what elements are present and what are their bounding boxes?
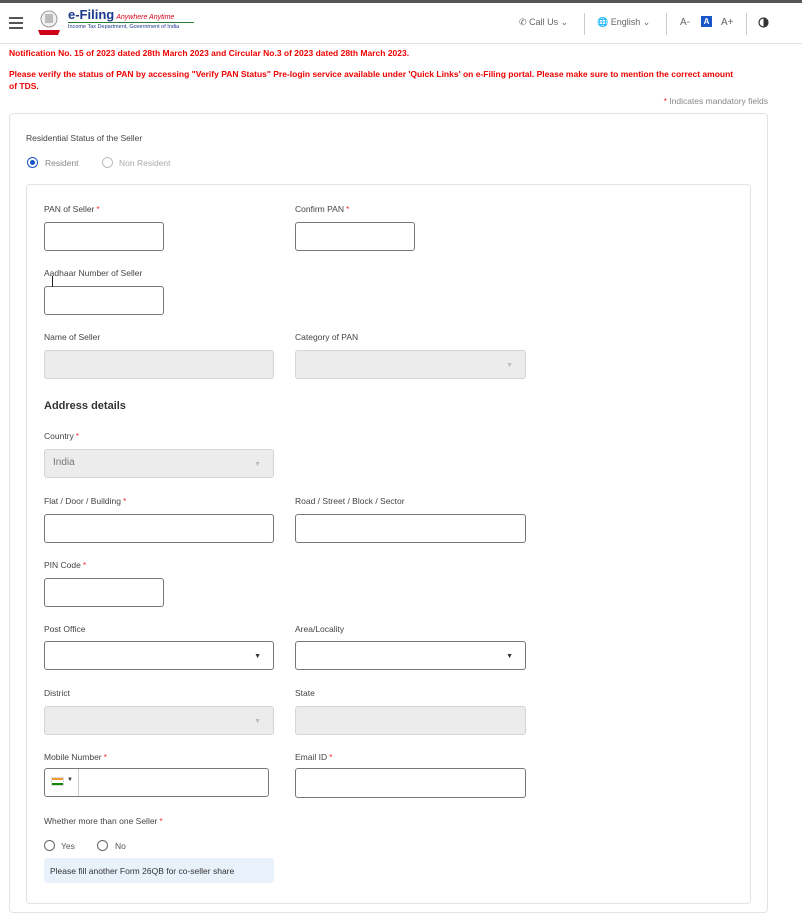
residential-status-label: Residential Status of the Seller [26, 133, 143, 143]
name-of-seller-input [44, 350, 274, 379]
divider [666, 13, 667, 35]
mandatory-note: * Indicates mandatory fields [663, 96, 768, 106]
district-select: ▼ [44, 706, 274, 735]
divider [584, 13, 585, 35]
road-input[interactable] [295, 514, 526, 543]
notice-line-2: Please verify the status of PAN by acces… [9, 69, 734, 79]
brand-underline [68, 22, 194, 23]
pan-label: PAN of Seller * [44, 204, 100, 214]
category-of-pan-select: ▼ [295, 350, 526, 379]
call-us-menu[interactable]: ✆ Call Us ⌄ [519, 17, 568, 28]
pan-input[interactable] [44, 222, 164, 251]
font-decrease-button[interactable]: A- [680, 17, 690, 28]
phone-icon: ✆ [519, 17, 527, 27]
chevron-down-icon: ▼ [506, 653, 513, 660]
co-seller-info-banner: Please fill another Form 26QB for co-sel… [44, 858, 274, 883]
confirm-pan-input[interactable] [295, 222, 415, 251]
district-label: District [44, 688, 70, 698]
post-office-select[interactable]: ▼ [44, 641, 274, 670]
chevron-down-icon: ⌄ [560, 17, 569, 27]
resident-radio[interactable] [27, 157, 38, 168]
road-label: Road / Street / Block / Sector [295, 496, 405, 506]
country-label: Country * [44, 431, 80, 441]
chevron-down-icon: ▼ [254, 653, 261, 660]
email-input[interactable] [295, 768, 526, 798]
non-resident-radio[interactable] [102, 157, 113, 168]
more-sellers-yes-radio[interactable] [44, 840, 55, 851]
name-of-seller-label: Name of Seller [44, 332, 101, 342]
flat-input[interactable] [44, 514, 274, 543]
emblem-logo-icon [38, 10, 60, 35]
mobile-number-label: Mobile Number * [44, 752, 107, 762]
contrast-icon[interactable] [758, 17, 769, 28]
state-label: State [295, 688, 315, 698]
state-input [295, 706, 526, 735]
resident-radio-label: Resident [45, 158, 79, 168]
divider [746, 13, 747, 35]
no-label: No [115, 841, 126, 851]
email-label: Email ID * [295, 752, 333, 762]
chevron-down-icon: ▼ [254, 718, 261, 725]
more-than-one-seller-label: Whether more than one Seller * [44, 816, 163, 826]
chevron-down-icon: ⌄ [642, 17, 651, 27]
area-locality-label: Area/Locality [295, 624, 345, 634]
post-office-label: Post Office [44, 624, 86, 634]
co-seller-info-text: Please fill another Form 26QB for co-sel… [50, 866, 235, 876]
flat-label: Flat / Door / Building * [44, 496, 127, 506]
aadhaar-input[interactable] [44, 286, 164, 315]
pin-code-input[interactable] [44, 578, 164, 607]
notice-line-1: Notification No. 15 of 2023 dated 28th M… [9, 48, 410, 58]
address-details-heading: Address details [44, 400, 126, 412]
text-cursor [52, 276, 53, 287]
divider [78, 769, 79, 796]
yes-label: Yes [61, 841, 75, 851]
country-value: India [53, 457, 75, 468]
notice-line-3: of TDS. [9, 81, 39, 91]
chevron-down-icon: ▼ [67, 777, 73, 783]
india-flag-icon[interactable] [51, 777, 64, 786]
confirm-pan-label: Confirm PAN * [295, 204, 350, 214]
brand-subtitle: Income Tax Department, Government of Ind… [68, 24, 180, 30]
more-sellers-no-radio[interactable] [97, 840, 108, 851]
font-normal-button[interactable]: A [701, 16, 712, 27]
aadhaar-label: Aadhaar Number of Seller [44, 268, 143, 278]
top-header: e-Filing Anywhere Anytime Income Tax Depa… [0, 0, 802, 44]
category-of-pan-label: Category of PAN [295, 332, 359, 342]
globe-icon: 🌐 [597, 17, 609, 27]
language-menu[interactable]: 🌐 English ⌄ [597, 17, 650, 28]
non-resident-radio-label: Non Resident [119, 158, 171, 168]
brand-title[interactable]: e-Filing Anywhere Anytime [68, 7, 174, 22]
pin-code-label: PIN Code * [44, 560, 87, 570]
mobile-number-input[interactable]: ▼ [44, 768, 269, 797]
area-locality-select[interactable]: ▼ [295, 641, 526, 670]
chevron-down-icon: ▼ [506, 362, 513, 369]
hamburger-menu-icon[interactable] [9, 17, 23, 29]
font-increase-button[interactable]: A+ [721, 17, 734, 28]
chevron-down-icon: ▼ [254, 461, 261, 468]
country-select: India ▼ [44, 449, 274, 478]
